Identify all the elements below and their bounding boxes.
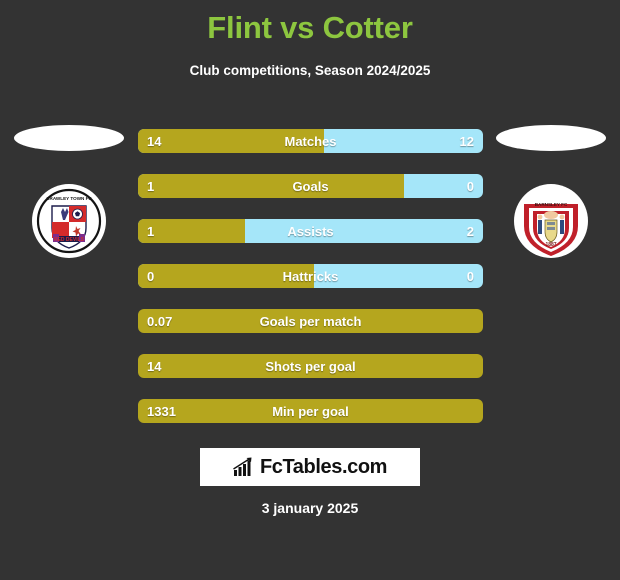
stat-away-value: 2 [466,224,474,239]
brand-watermark[interactable]: FcTables.com [200,448,420,486]
stat-label: Shots per goal [265,359,356,374]
stat-row: 0 Hattricks 0 [138,264,483,288]
stat-away-value: 0 [466,179,474,194]
stat-label: Assists [287,224,334,239]
stat-row: 1 Assists 2 [138,219,483,243]
stat-label: Matches [284,134,337,149]
svg-text:1887: 1887 [545,242,556,248]
report-date: 3 january 2025 [261,500,359,516]
page-title: Flint vs Cotter [207,10,413,45]
svg-text:BARNSLEY FC: BARNSLEY FC [535,202,568,207]
stat-label: Goals per match [259,314,362,329]
away-team-crest: BARNSLEY FC 1887 [514,184,588,258]
stat-row: 1 Goals 0 [138,174,483,198]
away-logo-backdrop-ellipse [496,125,606,151]
stat-away-value: 0 [466,269,474,284]
stat-row: 14 Shots per goal [138,354,483,378]
stat-label: Goals [292,179,329,194]
page-subtitle: Club competitions, Season 2024/2025 [189,63,431,78]
stat-row: 0.07 Goals per match [138,309,483,333]
svg-text:CRAWLEY TOWN FC: CRAWLEY TOWN FC [46,196,92,201]
stats-bar-list: 14 Matches 12 1 Goals 0 1 Assists 2 0 Hattricks 0 0.… [138,129,483,444]
stat-label: Min per goal [272,404,349,419]
svg-text:RED DEVILS: RED DEVILS [54,237,85,243]
stat-away-value: 12 [459,134,474,149]
stat-row: 1331 Min per goal [138,399,483,423]
stat-row: 14 Matches 12 [138,129,483,153]
home-logo-backdrop-ellipse [14,125,124,151]
stat-label: Hattricks [282,269,339,284]
brand-name: FcTables.com [259,455,388,478]
bar-chart-icon [233,457,252,476]
home-team-crest: RED DEVILS CRAWLEY TOWN FC [32,184,106,258]
